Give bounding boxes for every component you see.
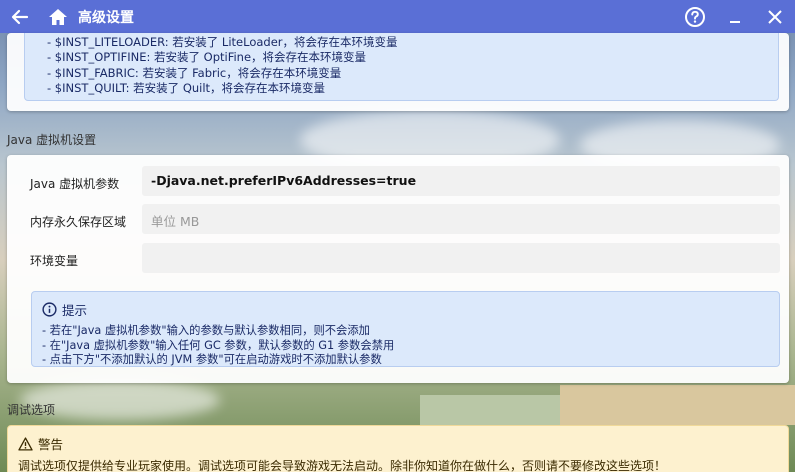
java-args-label: Java 虚拟机参数 <box>30 177 120 191</box>
close-button[interactable] <box>755 0 795 33</box>
permgen-placeholder: 单位 MB <box>151 214 200 229</box>
close-icon <box>768 9 782 24</box>
tip-line: - 在"Java 虚拟机参数"输入任何 GC 参数，默认参数的 G1 参数会禁用 <box>42 338 395 352</box>
help-button[interactable] <box>675 0 715 33</box>
tips-heading: 提示 <box>62 303 88 318</box>
minimize-icon <box>730 20 740 23</box>
back-button[interactable] <box>0 0 40 33</box>
env-var-line: - $INST_LITELOADER: 若安装了 LiteLoader，将会存在… <box>47 35 398 49</box>
home-button[interactable] <box>40 0 76 33</box>
jvm-section-title: Java 虚拟机设置 <box>7 133 97 147</box>
tip-line: - 若在"Java 虚拟机参数"输入的参数与默认参数相同，则不会添加 <box>42 324 370 337</box>
warning-heading: 警告 <box>38 437 64 452</box>
debug-warning-box: 警告 调试选项仅提供给专业玩家使用。调试选项可能会导致游戏无法启动。除非你知道你… <box>7 425 789 472</box>
tip-line: - 点击下方"不添加默认的 JVM 参数"可在启动游戏时不添加默认参数 <box>42 353 382 367</box>
warning-icon <box>18 436 33 451</box>
arrow-left-icon <box>11 9 29 24</box>
instance-variables-info: - $INST_LITELOADER: 若安装了 LiteLoader，将会存在… <box>24 33 779 101</box>
java-args-input[interactable]: -Djava.net.preferIPv6Addresses=true <box>142 166 780 196</box>
jvm-tips-box: 提示 - 若在"Java 虚拟机参数"输入的参数与默认参数相同，则不会添加 - … <box>31 291 780 367</box>
warning-text: 调试选项仅提供给专业玩家使用。调试选项可能会导致游戏无法启动。除非你知道你在做什… <box>18 459 667 472</box>
env-var-line: - $INST_QUILT: 若安装了 Quilt，将会存在本环境变量 <box>47 80 326 95</box>
permgen-input[interactable]: 单位 MB <box>142 204 780 234</box>
title-bar: 高级设置 <box>0 0 795 33</box>
home-icon <box>49 8 67 25</box>
window-title: 高级设置 <box>78 9 134 26</box>
env-input[interactable] <box>142 243 780 273</box>
env-var-line: - $INST_FABRIC: 若安装了 Fabric，将会存在本环境变量 <box>47 65 342 80</box>
info-icon <box>42 302 57 317</box>
help-circle-icon <box>685 6 705 27</box>
debug-section-title: 调试选项 <box>7 403 56 417</box>
env-var-line: - $INST_OPTIFINE: 若安装了 OptiFine，将会存在本环境变… <box>47 50 367 65</box>
jvm-settings-card: Java 虚拟机参数 -Djava.net.preferIPv6Addresse… <box>7 155 789 383</box>
permgen-label: 内存永久保存区域 <box>30 215 127 229</box>
minimize-button[interactable] <box>715 0 755 33</box>
env-label: 环境变量 <box>30 254 79 268</box>
instance-variables-card: - $INST_LITELOADER: 若安装了 LiteLoader，将会存在… <box>7 33 789 111</box>
